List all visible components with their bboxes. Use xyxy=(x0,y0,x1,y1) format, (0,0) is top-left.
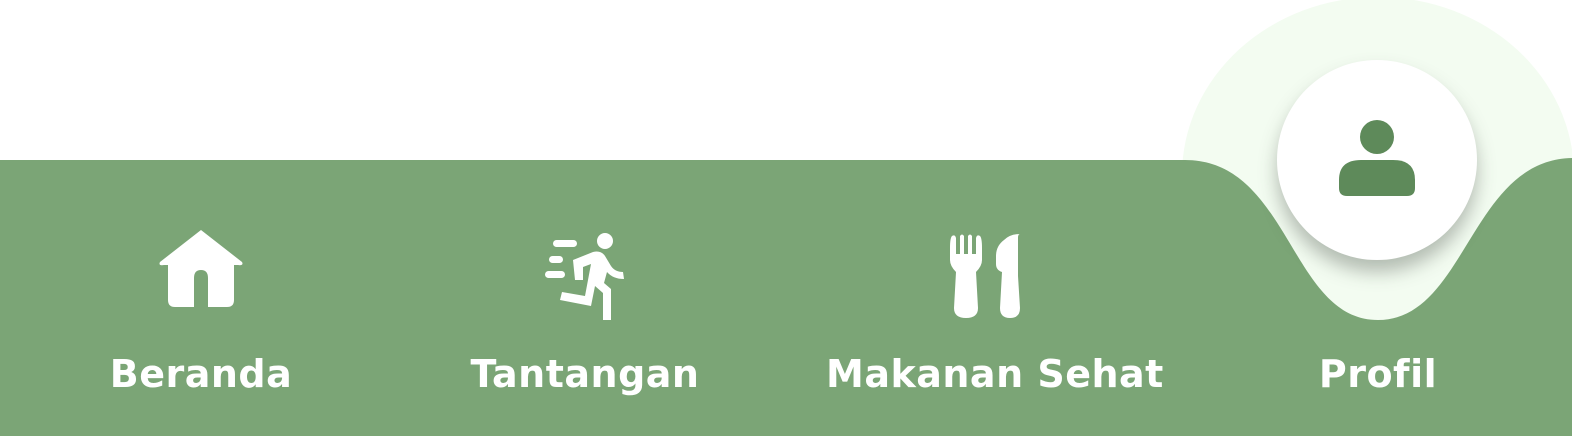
nav-label-beranda: Beranda xyxy=(109,352,293,396)
home-icon xyxy=(158,228,244,312)
bottom-navigation: Beranda Tantangan Makanan Sehat Profil xyxy=(0,0,1572,436)
profile-active-button[interactable] xyxy=(1277,60,1477,260)
user-icon xyxy=(1339,120,1415,196)
nav-item-makanan-sehat[interactable]: Makanan Sehat xyxy=(826,160,1164,436)
fork-knife-icon xyxy=(948,232,1024,324)
nav-label-makanan-sehat: Makanan Sehat xyxy=(826,352,1164,396)
nav-item-beranda[interactable]: Beranda xyxy=(100,160,302,436)
nav-item-tantangan[interactable]: Tantangan xyxy=(460,160,710,436)
nav-label-tantangan: Tantangan xyxy=(470,352,700,396)
running-person-icon xyxy=(543,232,627,326)
nav-label-profil: Profil xyxy=(1318,352,1438,396)
